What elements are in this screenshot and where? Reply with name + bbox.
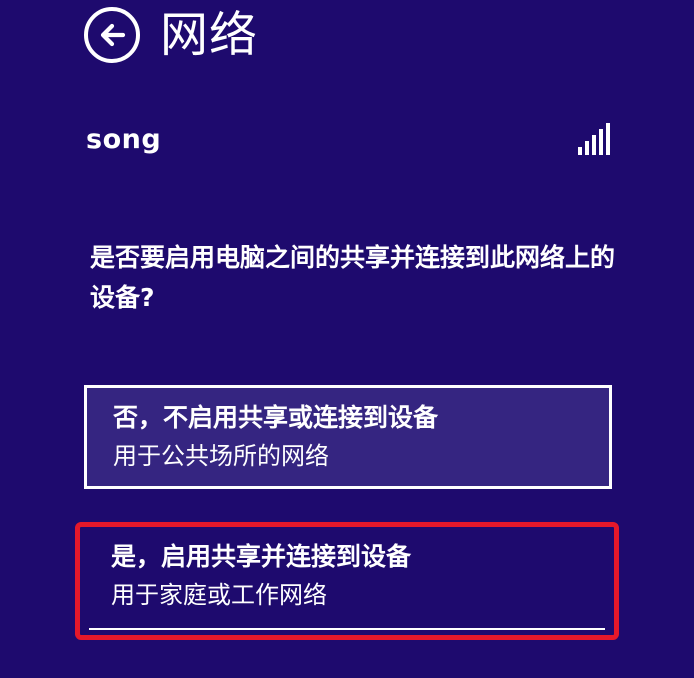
signal-bar (599, 129, 603, 155)
signal-bar (592, 135, 596, 155)
signal-bar (585, 141, 589, 155)
page-title: 网络 (160, 7, 259, 63)
back-arrow-icon (100, 23, 126, 47)
sharing-question: 是否要启用电脑之间的共享并连接到此网络上的设备? (90, 243, 616, 312)
signal-bar (606, 123, 610, 155)
option-title: 是，启用共享并连接到设备 (111, 542, 412, 571)
option-no-sharing[interactable]: 否，不启用共享或连接到设备 用于公共场所的网络 (84, 385, 612, 489)
back-button[interactable] (84, 7, 140, 63)
signal-bar (578, 147, 582, 155)
network-name: song (86, 123, 162, 155)
option-enable-sharing[interactable]: 是，启用共享并连接到设备 用于家庭或工作网络 (89, 534, 605, 630)
option-description: 用于家庭或工作网络 (111, 581, 327, 609)
network-row: song (86, 118, 612, 160)
signal-strength-icon (578, 123, 610, 155)
header: 网络 (84, 2, 258, 68)
option-description: 用于公共场所的网络 (113, 442, 329, 470)
option-title: 否，不启用共享或连接到设备 (113, 403, 439, 432)
